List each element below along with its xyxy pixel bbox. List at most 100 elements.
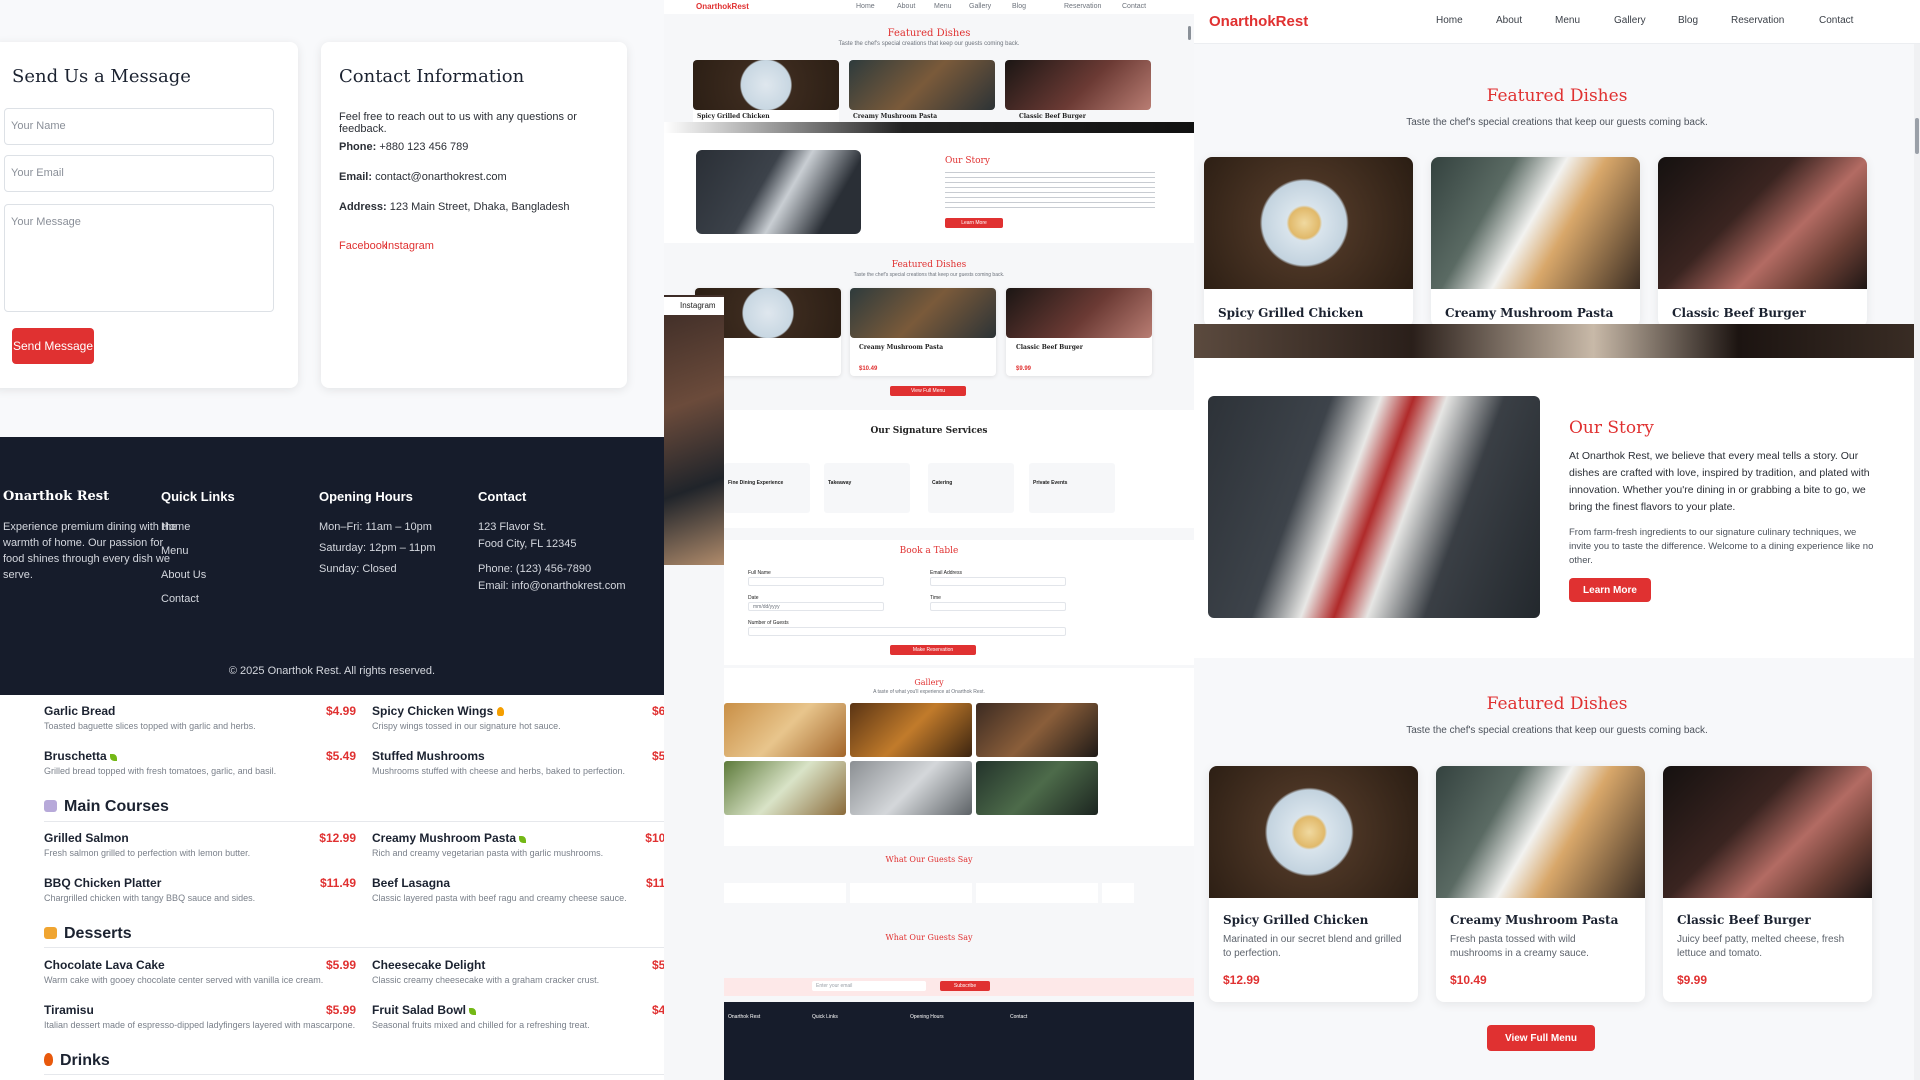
footer-contact-line: Email: info@onarthokrest.com — [478, 580, 626, 592]
menu-item-price: $4.99 — [325, 704, 356, 718]
footer-about-line: warmth of home. Our passion for — [3, 537, 164, 549]
dish-card[interactable]: Classic Beef Burger Juicy beef patty, me… — [1663, 766, 1872, 1002]
footer-about-line: food shines through every dish we — [3, 553, 170, 565]
story-paragraph-2: From farm-fresh ingredients to our signa… — [1569, 527, 1874, 566]
menu-item-desc: Fresh salmon grilled to perfection with … — [44, 848, 251, 858]
mini-nav-home[interactable]: Home — [856, 3, 875, 10]
mini-input-email[interactable] — [930, 577, 1066, 586]
chefs-reading-photo — [1208, 396, 1540, 618]
main-courses-heading: Main Courses — [44, 798, 169, 816]
dish-name: Classic Beef Burger — [1672, 306, 1806, 320]
mini-brand[interactable]: OnarthokRest — [696, 2, 749, 11]
dish-card[interactable]: Spicy Grilled Chicken Marinated in our s… — [1209, 766, 1418, 1002]
mini-testimonial-row — [724, 883, 1134, 903]
dish-desc: Fresh pasta tossed with wild mushrooms i… — [1450, 934, 1589, 959]
mini-dish-price: $10.49 — [859, 366, 878, 372]
facebook-link[interactable]: Facebook — [339, 240, 387, 252]
story-title: Our Story — [1569, 418, 1654, 438]
mini-nav-gallery[interactable]: Gallery — [969, 3, 991, 10]
send-message-button[interactable]: Send Message — [12, 328, 94, 364]
learn-more-button[interactable]: Learn More — [1569, 578, 1651, 602]
mini-nav-contact[interactable]: Contact — [1122, 3, 1146, 10]
mini-nav-blog[interactable]: Blog — [1012, 3, 1026, 10]
mini-gallery-sub: A taste of what you'll experience at Ona… — [873, 689, 985, 695]
dish-card-top[interactable]: Spicy Grilled Chicken — [1204, 157, 1413, 327]
name-input[interactable]: Your Name — [4, 108, 274, 145]
mini-field-label: Number of Guests — [748, 620, 789, 626]
opening-hours-title: Opening Hours — [319, 489, 413, 504]
mini-nav-menu[interactable]: Menu — [934, 3, 952, 10]
menu-item-price: $12.99 — [319, 831, 356, 845]
gallery-photo[interactable] — [976, 703, 1098, 757]
nav-reservation[interactable]: Reservation — [1731, 15, 1784, 26]
dish-image-burger — [1663, 766, 1872, 898]
scrollbar[interactable] — [1914, 44, 1920, 1080]
mini-input-guests[interactable] — [748, 627, 1066, 636]
mini-nav-reservation[interactable]: Reservation — [1064, 3, 1101, 10]
dish-image-chicken — [1204, 157, 1413, 289]
dish-card[interactable]: Creamy Mushroom Pasta Fresh pasta tossed… — [1436, 766, 1645, 1002]
gallery-photo[interactable] — [850, 703, 972, 757]
view-full-menu-button[interactable]: View Full Menu — [1487, 1025, 1595, 1051]
dish-image-pasta — [849, 60, 995, 110]
nav-about[interactable]: About — [1496, 15, 1522, 26]
email-input[interactable]: Your Email — [4, 155, 274, 192]
dish-card-top[interactable]: Classic Beef Burger — [1658, 157, 1867, 327]
nav-menu[interactable]: Menu — [1555, 15, 1580, 26]
nav-blog[interactable]: Blog — [1678, 15, 1698, 26]
menu-item-price: $5.99 — [325, 958, 356, 972]
mini-input-time[interactable] — [930, 602, 1066, 611]
mini-subscribe-input[interactable]: Enter your email — [812, 981, 926, 991]
mini-reservation-button[interactable]: Make Reservation — [890, 645, 976, 655]
mini-input-name[interactable] — [748, 577, 884, 586]
mini-learn-more-button[interactable]: Learn More — [945, 218, 1003, 228]
nav-gallery[interactable]: Gallery — [1614, 15, 1646, 26]
gallery-photo[interactable] — [976, 761, 1098, 815]
mini-dish-price: $9.99 — [1016, 366, 1032, 372]
footer-link-menu[interactable]: Menu — [161, 545, 189, 557]
hours-line: Saturday: 12pm – 11pm — [319, 542, 436, 554]
brand-logo[interactable]: OnarthokRest — [1209, 13, 1308, 30]
nav-contact[interactable]: Contact — [1819, 15, 1853, 26]
mini-subscribe-button[interactable]: Subscribe — [940, 981, 990, 991]
footer-contact-line: 123 Flavor St. — [478, 521, 547, 533]
dish-name: Creamy Mushroom Pasta — [1445, 306, 1614, 320]
site-footer: Onarthok Rest Experience premium dining … — [0, 437, 664, 695]
menu-item-desc: Warm cake with gooey chocolate center se… — [44, 975, 324, 985]
nav-home[interactable]: Home — [1436, 15, 1463, 26]
footer-link-contact[interactable]: Contact — [161, 593, 199, 605]
featured-subtitle-2: Taste the chef's special creations that … — [1406, 725, 1708, 736]
mini-service-card: Private Events — [1029, 463, 1115, 513]
message-textarea[interactable]: Your Message — [4, 204, 274, 312]
gallery-photo[interactable] — [724, 761, 846, 815]
menu-item-name: Chocolate Lava Cake — [44, 958, 165, 972]
scrollbar-thumb[interactable] — [1915, 118, 1919, 154]
menu-item-price: $6.99 — [651, 704, 664, 718]
mini-nav-about[interactable]: About — [897, 3, 915, 10]
menu-item-price: $11.99 — [645, 876, 664, 890]
mini-dish-name: Creamy Mushroom Pasta — [853, 113, 938, 120]
dish-price: $9.99 — [1677, 973, 1708, 987]
gallery-photo[interactable] — [724, 703, 846, 757]
dish-image-chicken — [1209, 766, 1418, 898]
vegetarian-icon — [110, 754, 118, 761]
instagram-link[interactable]: Instagram — [385, 240, 434, 252]
gallery-photo[interactable] — [850, 761, 972, 815]
dish-card-top[interactable]: Creamy Mushroom Pasta — [1431, 157, 1640, 327]
menu-item-desc: Chargrilled chicken with tangy BBQ sauce… — [44, 893, 256, 903]
menu-item-name: Fruit Salad Bowl — [372, 1003, 483, 1017]
mini-scrollbar-thumb[interactable] — [1188, 26, 1191, 40]
desserts-heading: Desserts — [44, 925, 132, 943]
mini-input-date[interactable]: mm/dd/yyyy — [748, 602, 884, 611]
mini-view-menu-button[interactable]: View Full Menu — [890, 386, 966, 396]
footer-link-about[interactable]: About Us — [161, 569, 206, 581]
menu-item-name: Stuffed Mushrooms — [372, 749, 485, 763]
footer-link-home[interactable]: Home — [161, 521, 190, 533]
menu-item-price: $4.99 — [651, 1003, 664, 1017]
mini-field-label: Date — [748, 595, 759, 601]
dish-desc: Marinated in our secret blend and grille… — [1223, 934, 1402, 959]
dish-desc: Juicy beef patty, melted cheese, fresh l… — [1677, 934, 1845, 959]
menu-section: Garlic Bread Toasted baguette slices top… — [0, 695, 664, 1080]
drinks-heading: Drinks — [44, 1052, 110, 1070]
contact-info-title: Contact Information — [339, 66, 525, 87]
